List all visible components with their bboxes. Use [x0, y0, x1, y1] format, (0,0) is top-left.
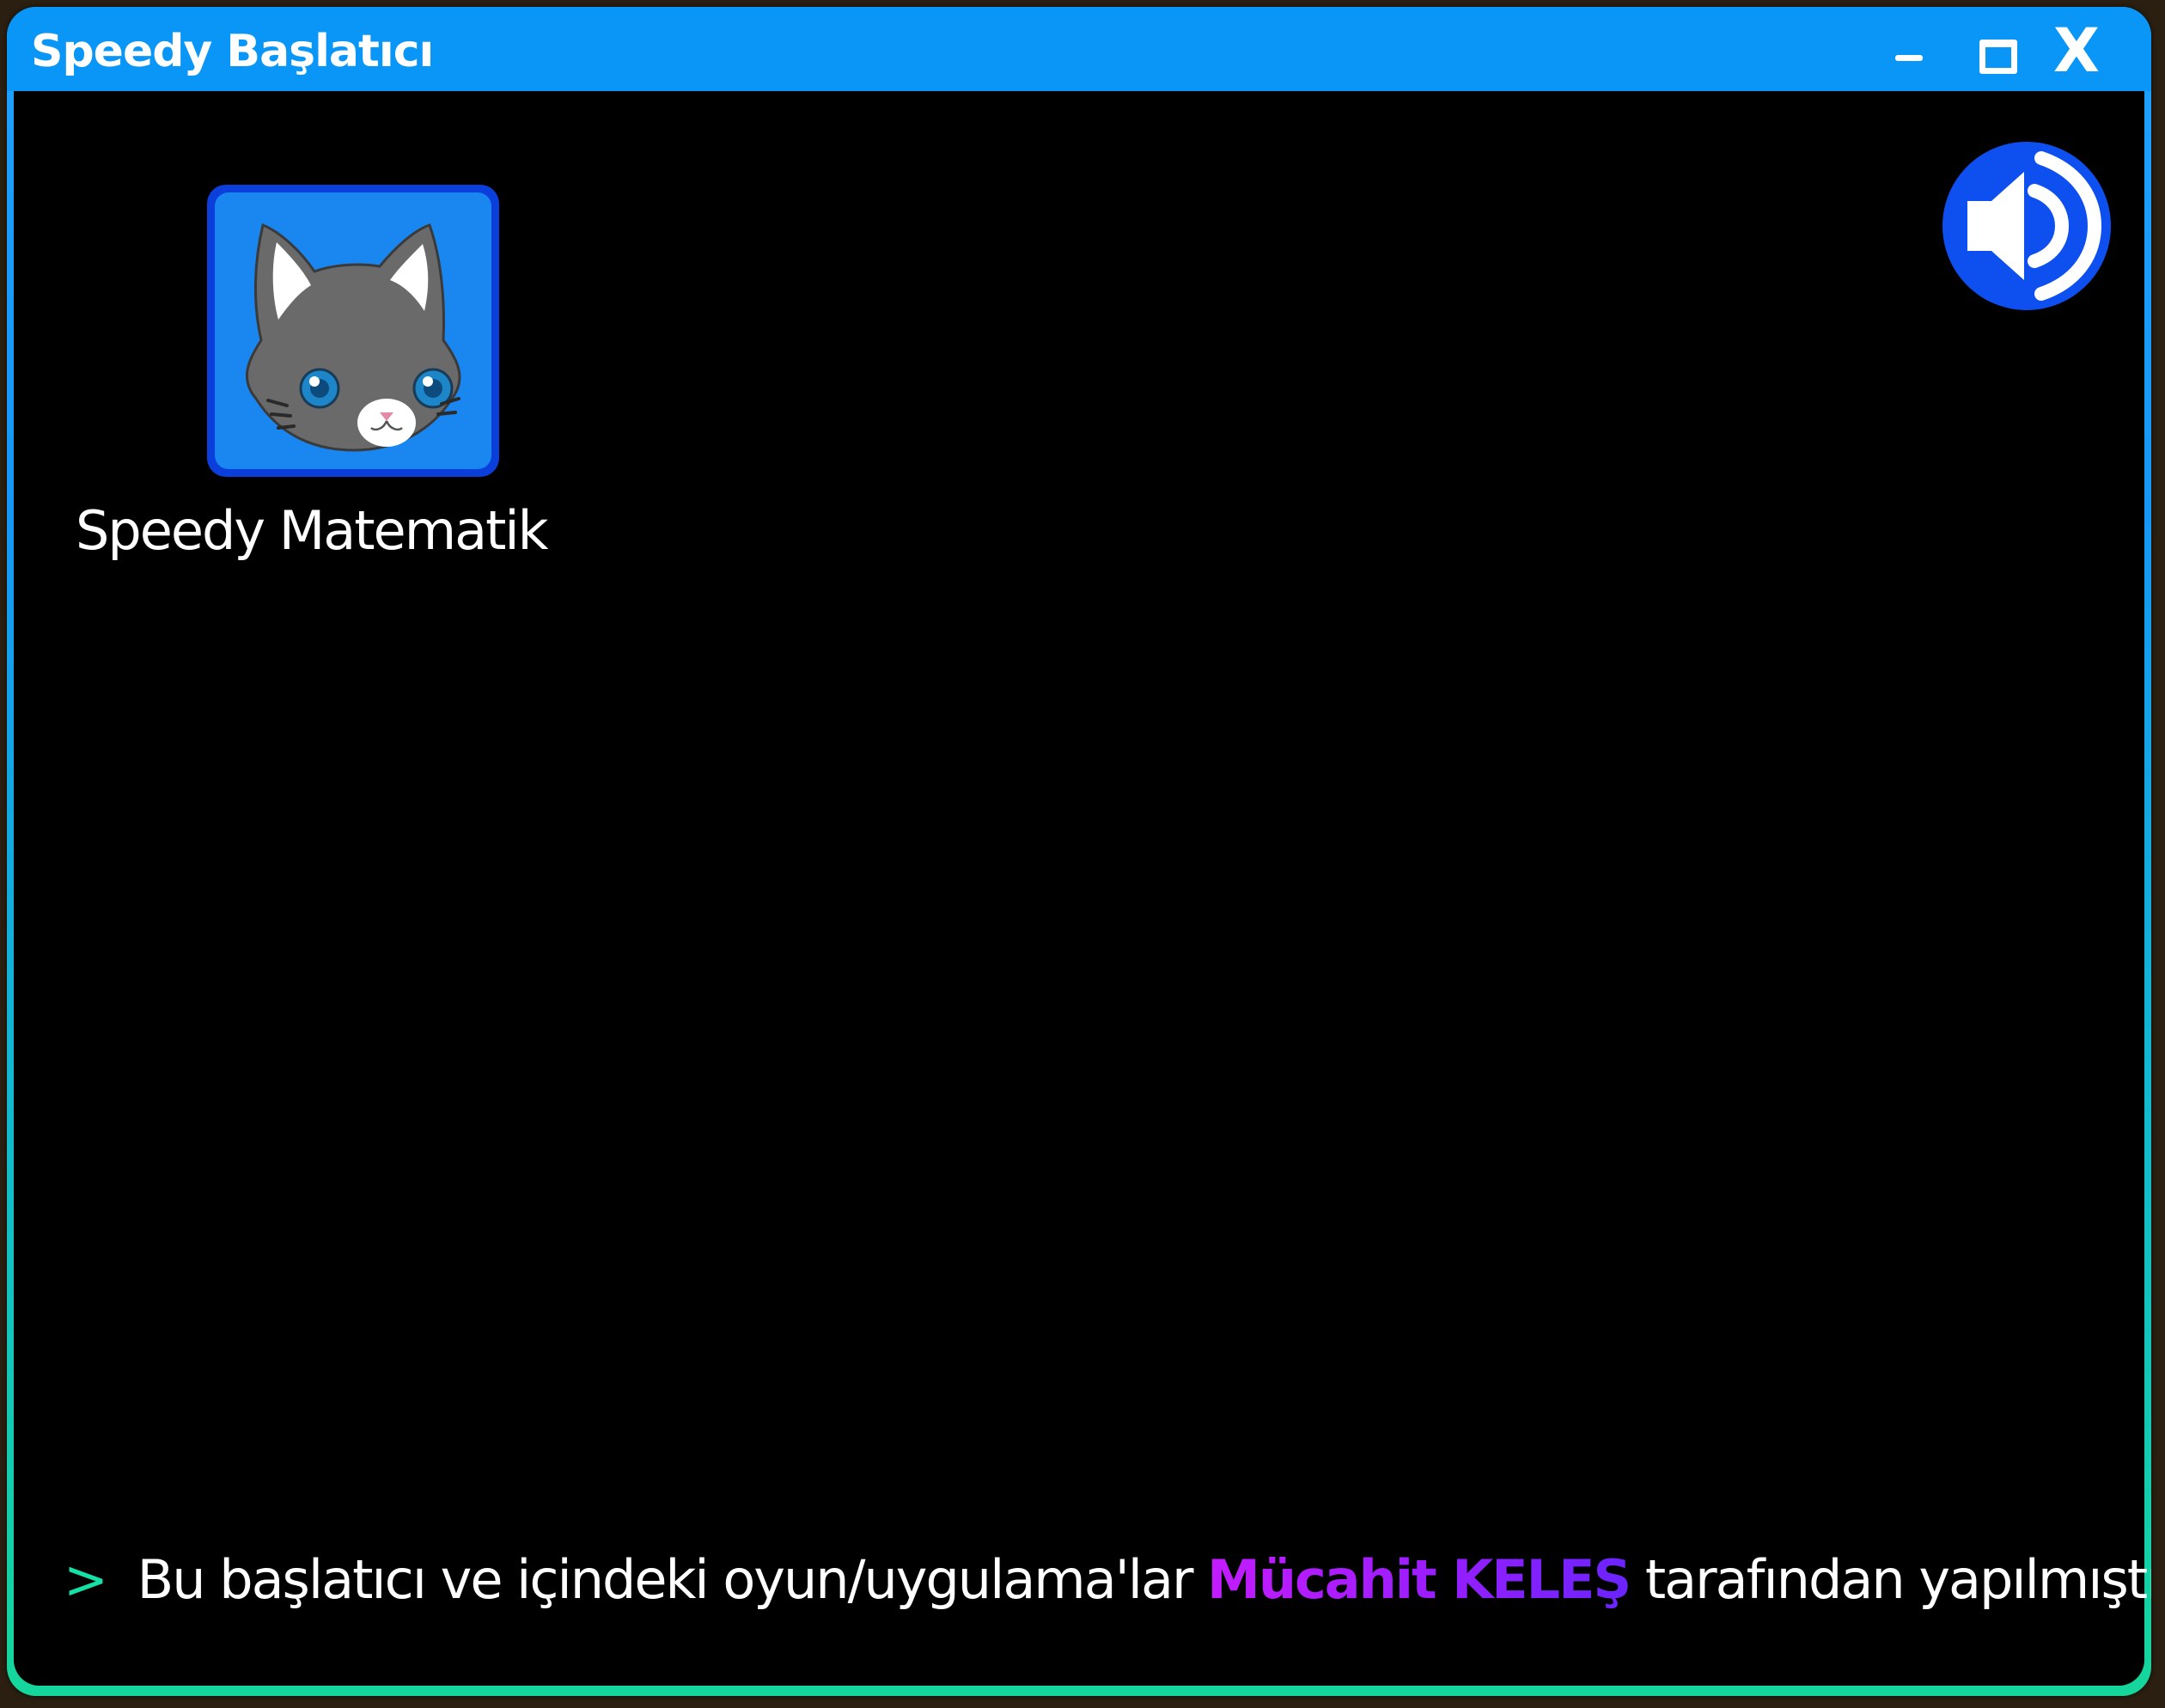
close-button[interactable]: X — [2043, 21, 2115, 81]
app-tile-speedy-matematik[interactable] — [204, 182, 502, 479]
title-bar[interactable]: Speedy Başlatıcı X — [7, 7, 2151, 91]
prompt-glyph: > — [64, 1548, 108, 1611]
maximize-icon — [1979, 40, 2017, 74]
app-window: Speedy Başlatıcı X Speedy Matematik > Bu… — [7, 7, 2151, 1696]
credit-text-after: tarafından yapılmıştır. — [1644, 1548, 2151, 1611]
cat-face-icon — [207, 185, 499, 477]
window-title: Speedy Başlatıcı — [31, 26, 434, 77]
maximize-button[interactable] — [1961, 21, 2033, 81]
minimize-icon — [1895, 55, 1923, 61]
minimize-button[interactable] — [1876, 21, 1948, 81]
credit-author: Mücahit KELEŞ — [1207, 1548, 1631, 1611]
close-icon: X — [2053, 15, 2100, 86]
credit-line: > Bu başlatıcı ve içindeki oyun/uygulama… — [64, 1545, 2151, 1615]
app-label[interactable]: Speedy Matematik — [76, 498, 608, 564]
credit-text-before: Bu başlatıcı ve içindeki oyun/uygulama'l… — [137, 1548, 1194, 1611]
sound-toggle-button[interactable] — [1942, 141, 2112, 311]
speaker-icon — [1942, 142, 2111, 310]
launcher-content: Speedy Matematik > Bu başlatıcı ve içind… — [14, 91, 2151, 1686]
